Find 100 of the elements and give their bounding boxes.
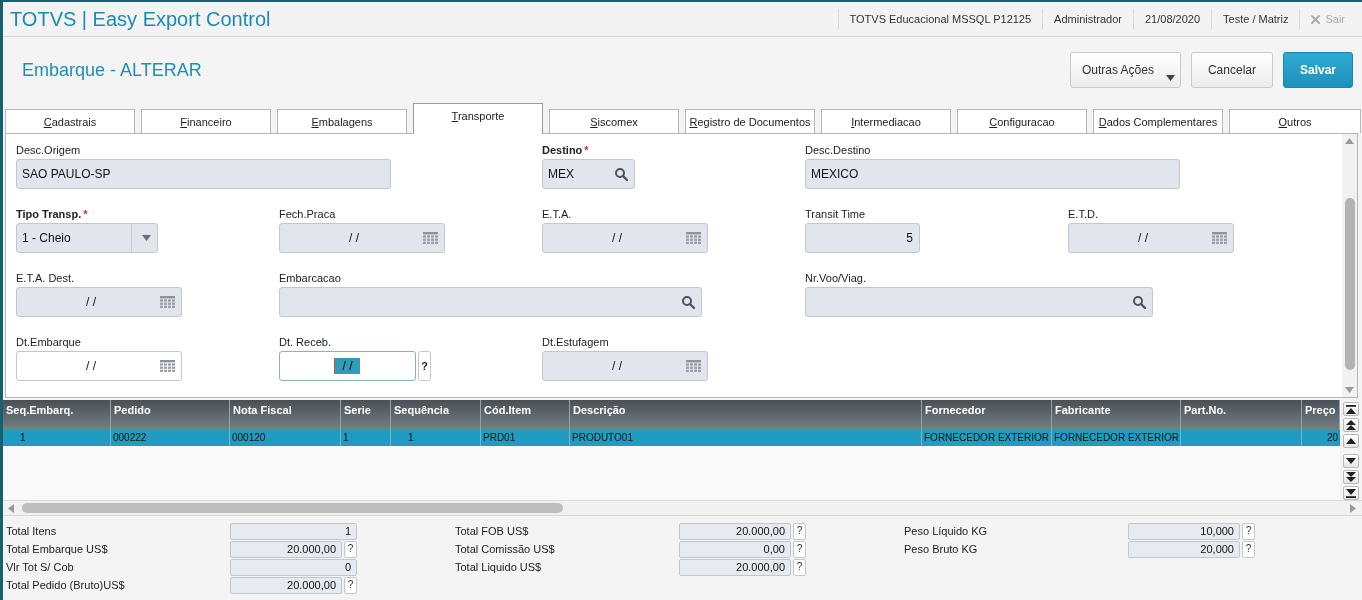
vertical-scrollbar[interactable] — [1342, 134, 1357, 397]
calendar-icon — [686, 360, 701, 372]
double-arrow-down-icon — [1345, 472, 1356, 482]
calendar-icon — [686, 232, 701, 244]
app-title: TOTVS | Easy Export Control — [9, 7, 271, 31]
column-header[interactable]: Nota Fiscal — [230, 400, 341, 430]
table-cell: 1 — [341, 430, 391, 446]
total-field: 0,00 — [679, 540, 791, 558]
calendar-icon — [1212, 232, 1227, 244]
arrow-down-icon — [1345, 458, 1356, 464]
date-field[interactable]: / / — [279, 351, 416, 381]
help-button[interactable]: ? — [1242, 522, 1255, 540]
column-header[interactable]: Part.No. — [1181, 400, 1302, 430]
last-row-button[interactable] — [1342, 486, 1359, 500]
table-cell: PRD01 — [481, 430, 570, 446]
column-header[interactable]: Pedido — [111, 400, 230, 430]
scroll-right-icon[interactable] — [1350, 503, 1356, 513]
date-field[interactable]: / / — [16, 351, 182, 381]
table-row[interactable]: 1 000222 000120 1 1 PRD01 PRODUTO01 FORNECEDOR EXTERIOR FORNECEDOR EXTERIOR 20 — [3, 430, 1340, 446]
field-label: Desc.Destino — [805, 143, 871, 157]
tab[interactable]: Outros — [1229, 109, 1361, 133]
table-cell: FORNECEDOR EXTERIOR — [922, 430, 1052, 446]
field-label: E.T.A. — [542, 207, 572, 221]
help-button[interactable]: ? — [418, 351, 431, 381]
total-field: 1 — [230, 522, 357, 540]
table-cell: 1 — [391, 430, 481, 446]
caret-down-icon — [142, 235, 151, 241]
total-label: Total Comissão US$ — [455, 541, 556, 557]
caret-down-icon — [1165, 75, 1175, 81]
scroll-down-icon[interactable] — [1345, 387, 1354, 393]
first-row-button[interactable] — [1342, 402, 1359, 416]
row-up-button[interactable] — [1342, 434, 1359, 448]
tab[interactable]: Intermediacao — [821, 109, 951, 133]
tab[interactable]: Configuracao — [957, 109, 1087, 133]
cancel-button[interactable]: Cancelar — [1190, 52, 1273, 88]
field-label: Fech.Praca — [279, 207, 336, 221]
calendar-icon — [160, 360, 175, 372]
total-label: Total Pedido (Bruto)US$ — [6, 577, 126, 593]
arrow-up-bar-icon — [1345, 404, 1356, 414]
column-header[interactable]: Descrição — [570, 400, 922, 430]
search-icon — [682, 295, 695, 309]
total-label: Peso Líquido KG — [904, 523, 989, 539]
header-info: Administrador — [1042, 9, 1133, 29]
horizontal-scrollbar[interactable] — [3, 500, 1362, 516]
tab[interactable]: Embalagens — [277, 109, 407, 133]
tab[interactable]: Registro de Documentos — [685, 109, 815, 133]
row-down-button[interactable] — [1342, 454, 1359, 468]
help-button[interactable]: ? — [344, 576, 357, 594]
scroll-up-icon[interactable] — [1345, 138, 1354, 144]
field-label: Dt. Receb. — [279, 335, 331, 349]
table-cell: 000120 — [230, 430, 341, 446]
scroll-left-icon[interactable] — [8, 503, 14, 513]
help-button[interactable]: ? — [344, 540, 357, 558]
column-header[interactable]: Seq.Embarq. — [3, 400, 111, 430]
scrollbar-thumb[interactable] — [22, 503, 563, 513]
page-up-button[interactable] — [1342, 418, 1359, 432]
field-label: Dt.Estufagem — [542, 335, 609, 349]
page-down-button[interactable] — [1342, 470, 1359, 484]
field-label: Desc.Origem — [16, 143, 81, 157]
total-label: Total FOB US$ — [455, 523, 530, 539]
help-button[interactable]: ? — [793, 522, 806, 540]
table-cell: 000222 — [111, 430, 230, 446]
total-field: 20,000 — [1128, 540, 1240, 558]
scrollbar-thumb[interactable] — [1344, 198, 1355, 370]
total-label: Vlr Tot S/ Cob — [6, 559, 75, 575]
column-header[interactable]: Cód.Item — [481, 400, 570, 430]
help-button[interactable]: ? — [793, 558, 806, 576]
total-label: Total Liquido US$ — [455, 559, 543, 575]
total-field: 20.000,00 — [679, 522, 791, 540]
column-header[interactable]: Sequência — [391, 400, 481, 430]
field-label: Destino * — [542, 143, 589, 157]
tab[interactable]: Cadastrais — [5, 109, 135, 133]
total-label: Total Embarque US$ — [6, 541, 109, 557]
tab[interactable]: Transporte — [413, 103, 543, 134]
total-label: Peso Bruto KG — [904, 541, 979, 557]
field-label: E.T.D. — [1068, 207, 1098, 221]
column-header[interactable]: Fabricante — [1052, 400, 1181, 430]
more-actions-button[interactable]: Outras Ações — [1069, 52, 1181, 88]
tab[interactable]: Siscomex — [549, 109, 679, 133]
column-header[interactable]: Fornecedor — [922, 400, 1052, 430]
tab[interactable]: Financeiro — [141, 109, 271, 133]
table-cell: 1 — [3, 430, 111, 446]
search-icon — [615, 167, 628, 181]
help-button[interactable]: ? — [793, 540, 806, 558]
header-info: 21/08/2020 — [1132, 9, 1212, 29]
field-label: Transit Time — [805, 207, 866, 221]
column-header[interactable]: Preço — [1302, 400, 1340, 430]
tab[interactable]: Dados Complementares — [1093, 109, 1223, 133]
table-cell: PRODUTO01 — [570, 430, 922, 446]
help-button[interactable]: ? — [1242, 540, 1255, 558]
table-cell-text: 20 — [1325, 431, 1339, 445]
arrow-up-icon — [1345, 438, 1356, 444]
calendar-icon — [423, 232, 438, 244]
calendar-icon — [160, 296, 175, 308]
total-field: 20.000,00 — [679, 558, 791, 576]
field-label: Nr.Voo/Viag. — [805, 271, 866, 285]
column-header[interactable]: Serie — [341, 400, 391, 430]
search-icon — [1133, 295, 1146, 309]
total-label: Total Itens — [6, 523, 58, 539]
header-info: TOTVS Educacional MSSQL P12125 — [837, 9, 1043, 29]
